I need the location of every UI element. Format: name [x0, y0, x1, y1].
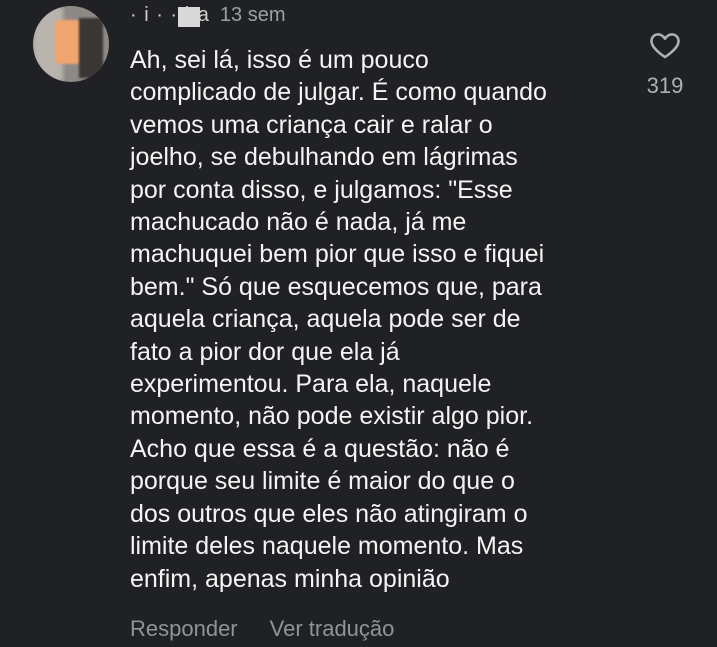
redaction-box	[178, 6, 200, 27]
heart-outline-icon[interactable]	[648, 28, 682, 67]
comment-actions: Responder Ver tradução	[130, 616, 394, 642]
comment-header: · i · · ira 13 sem	[130, 2, 285, 28]
username[interactable]: · i · · ira	[130, 4, 210, 27]
avatar[interactable]	[33, 6, 109, 82]
reply-button[interactable]: Responder	[130, 616, 238, 642]
translate-button[interactable]: Ver tradução	[270, 616, 395, 642]
comment-text: Ah, sei lá, isso é um pouco complicado d…	[130, 46, 547, 593]
like-count: 319	[646, 73, 684, 98]
comment-card: · i · · ira 13 sem Ah, sei lá, isso é um…	[0, 0, 717, 647]
like-button[interactable]: 319	[637, 28, 693, 99]
timestamp: 13 sem	[219, 3, 286, 26]
